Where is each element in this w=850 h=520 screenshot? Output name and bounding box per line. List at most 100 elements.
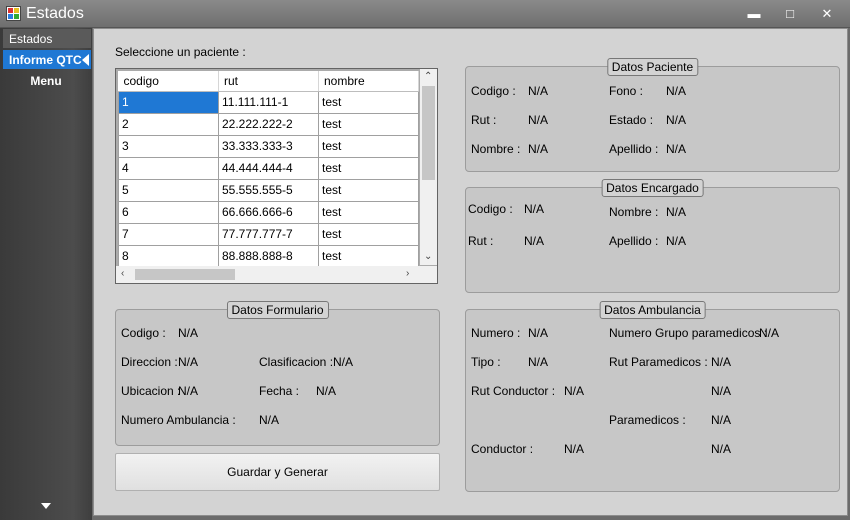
scroll-left-icon[interactable]: ‹ (121, 266, 124, 282)
sidebar-item-estados[interactable]: Estados (3, 29, 91, 48)
encargado-apellido-value: N/A (666, 234, 687, 248)
cell-codigo[interactable]: 2 (118, 112, 219, 136)
formulario-codigo-label: Codigo : (121, 326, 166, 340)
formulario-numero-ambulancia-value: N/A (259, 413, 280, 427)
cell-rut[interactable]: 66.666.666-6 (218, 200, 319, 224)
minimize-button[interactable]: ▬ (739, 3, 769, 25)
cell-nombre[interactable]: test (318, 156, 419, 180)
paciente-codigo-label: Codigo : (471, 84, 516, 98)
cell-nombre[interactable]: test (318, 134, 419, 158)
ambulancia-paramedicos-value-2: N/A (711, 442, 732, 456)
ambulancia-conductor-value: N/A (564, 442, 585, 456)
cell-nombre[interactable]: test (318, 112, 419, 136)
horizontal-scrollbar[interactable]: ‹ › (116, 266, 437, 283)
cell-nombre[interactable]: test (318, 178, 419, 202)
cell-codigo[interactable]: 4 (118, 156, 219, 180)
table-row[interactable]: 7 77.777.777-7 test (118, 222, 419, 246)
ambulancia-numero-label: Numero : (471, 326, 521, 340)
table-row[interactable]: 4 44.444.444-4 test (118, 156, 419, 180)
formulario-codigo-value: N/A (178, 326, 199, 340)
formulario-direccion-label: Direccion : (121, 355, 178, 369)
table-row[interactable]: 3 33.333.333-3 test (118, 134, 419, 158)
cell-codigo[interactable]: 3 (118, 134, 219, 158)
vertical-scrollbar[interactable]: ⌃ ⌄ (420, 69, 437, 265)
cell-codigo[interactable]: 1 (118, 90, 219, 114)
cell-nombre[interactable]: test (318, 90, 419, 114)
ambulancia-numero-grupo-value: N/A (759, 326, 780, 340)
formulario-direccion-value: N/A (178, 355, 199, 369)
cell-nombre[interactable]: test (318, 244, 419, 268)
close-icon: ✕ (821, 6, 833, 21)
cell-rut[interactable]: 11.111.111-1 (218, 90, 319, 114)
app-icon (6, 6, 21, 21)
scroll-up-icon[interactable]: ⌃ (424, 69, 432, 85)
paciente-nombre-label: Nombre : (471, 142, 521, 156)
maximize-button[interactable]: □ (775, 3, 805, 25)
paciente-estado-label: Estado : (609, 113, 654, 127)
datos-formulario-title: Datos Formulario (226, 301, 329, 319)
main-panel: Seleccione un paciente : codigo rut nomb… (93, 28, 848, 516)
guardar-y-generar-button[interactable]: Guardar y Generar (115, 453, 440, 491)
sidebar-item-informe-qtc[interactable]: Informe QTC (3, 50, 91, 69)
title-bar: Estados ▬ □ ✕ (0, 0, 850, 28)
cell-codigo[interactable]: 8 (118, 244, 219, 268)
paciente-nombre-value: N/A (528, 142, 549, 156)
encargado-rut-label: Rut : (468, 234, 494, 248)
ambulancia-tipo-value: N/A (528, 355, 549, 369)
chevron-down-icon[interactable] (41, 503, 51, 509)
ambulancia-numero-value: N/A (528, 326, 549, 340)
paciente-rut-value: N/A (528, 113, 549, 127)
cell-nombre[interactable]: test (318, 200, 419, 224)
formulario-numero-ambulancia-label: Numero Ambulancia : (121, 413, 236, 427)
cell-rut[interactable]: 77.777.777-7 (218, 222, 319, 246)
encargado-nombre-label: Nombre : (609, 205, 659, 219)
table-row[interactable]: 8 88.888.888-8 test (118, 244, 419, 268)
encargado-rut-value: N/A (524, 234, 545, 248)
paciente-estado-value: N/A (666, 113, 687, 127)
ambulancia-rut-paramedicos-value: N/A (711, 355, 732, 369)
cell-codigo[interactable]: 7 (118, 222, 219, 246)
table-row[interactable]: 2 22.222.222-2 test (118, 112, 419, 136)
column-header-nombre[interactable]: nombre (318, 71, 419, 92)
datos-paciente-title: Datos Paciente (606, 58, 699, 76)
table-row[interactable]: 5 55.555.555-5 test (118, 178, 419, 202)
formulario-ubicacion-value: N/A (178, 384, 199, 398)
horizontal-scroll-thumb[interactable] (135, 269, 235, 280)
scroll-right-icon[interactable]: › (406, 266, 409, 282)
patient-grid[interactable]: codigo rut nombre 1 11.111.111-1 test 2 … (115, 68, 438, 284)
table-row[interactable]: 6 66.666.666-6 test (118, 200, 419, 224)
encargado-apellido-label: Apellido : (609, 234, 659, 248)
cell-codigo[interactable]: 5 (118, 178, 219, 202)
encargado-nombre-value: N/A (666, 205, 687, 219)
cell-nombre[interactable]: test (318, 222, 419, 246)
select-patient-label: Seleccione un paciente : (115, 45, 246, 59)
maximize-icon: □ (786, 6, 794, 21)
paciente-apellido-value: N/A (666, 142, 687, 156)
cell-codigo[interactable]: 6 (118, 200, 219, 224)
ambulancia-paramedicos-label: Paramedicos : (609, 413, 686, 427)
datos-encargado-title: Datos Encargado (601, 179, 704, 197)
datos-formulario-group: Datos Formulario Codigo : N/A Direccion … (115, 301, 440, 446)
close-button[interactable]: ✕ (812, 3, 842, 25)
formulario-fecha-value: N/A (316, 384, 337, 398)
column-header-codigo[interactable]: codigo (118, 71, 219, 92)
ambulancia-rut-conductor-label: Rut Conductor : (471, 384, 556, 398)
cell-rut[interactable]: 88.888.888-8 (218, 244, 319, 268)
menu-label: Menu (30, 74, 62, 88)
cell-rut[interactable]: 33.333.333-3 (218, 134, 319, 158)
cell-rut[interactable]: 44.444.444-4 (218, 156, 319, 180)
scroll-down-icon[interactable]: ⌄ (424, 249, 432, 265)
column-header-rut[interactable]: rut (218, 71, 319, 92)
cell-rut[interactable]: 22.222.222-2 (218, 112, 319, 136)
ambulancia-numero-grupo-label: Numero Grupo paramedicos : (609, 326, 768, 340)
formulario-ubicacion-label: Ubicacion : (121, 384, 181, 398)
ambulancia-rut-paramedicos-value-2: N/A (711, 384, 732, 398)
formulario-clasificacion-value: N/A (333, 355, 354, 369)
datos-ambulancia-title: Datos Ambulancia (599, 301, 706, 319)
paciente-fono-value: N/A (666, 84, 687, 98)
paciente-codigo-value: N/A (528, 84, 549, 98)
encargado-codigo-label: Codigo : (468, 202, 513, 216)
cell-rut[interactable]: 55.555.555-5 (218, 178, 319, 202)
vertical-scroll-thumb[interactable] (422, 86, 435, 180)
table-row[interactable]: 1 11.111.111-1 test (118, 90, 419, 114)
